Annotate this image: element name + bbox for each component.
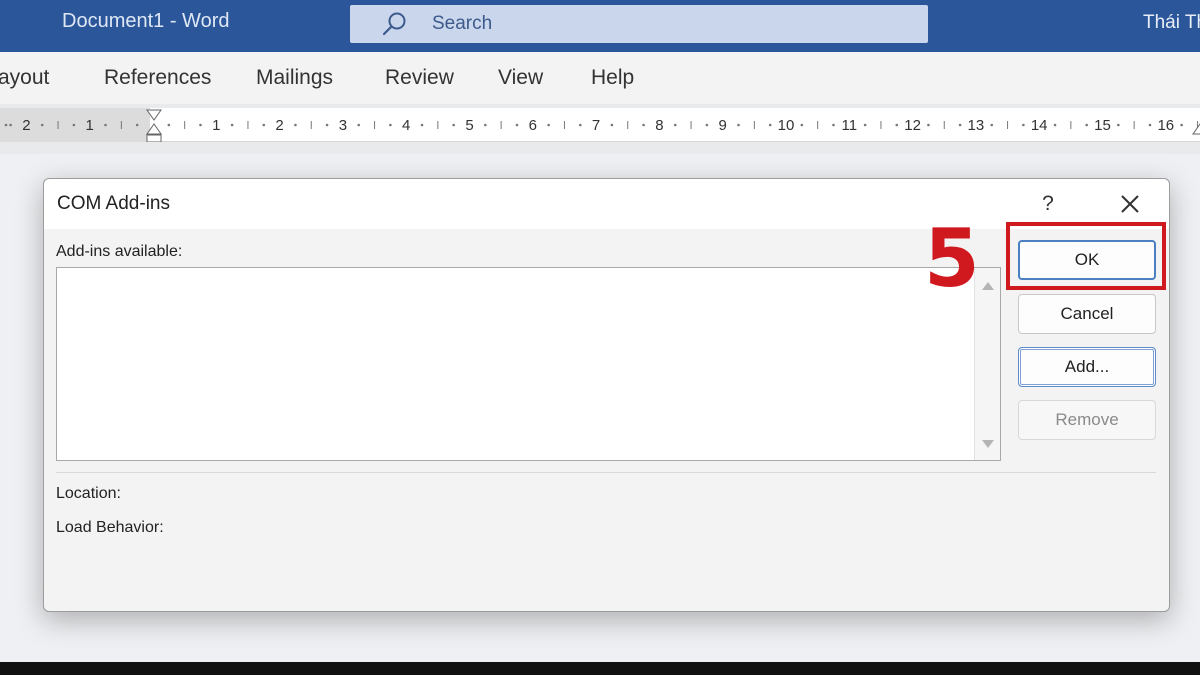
ruler-left-number-2: 2 [22,117,30,134]
ruler-dot [1148,123,1152,127]
ruler-dot [104,123,107,127]
ruler-dot [927,123,930,127]
ruler-left-number-1: 1 [86,117,94,134]
ruler-number-10: 10 [778,117,795,134]
ruler-dot [863,123,867,127]
document-title: Document1 - Word [62,10,230,32]
tab-help[interactable]: Help [591,66,634,90]
ruler-dot [389,123,392,127]
ruler-dot [895,123,899,127]
ruler-area: 1 2 3 4 5 6 7 8 9 10 11 12 13 14 15 16 2 1 [0,104,1200,154]
tab-mailings[interactable]: Mailings [256,66,333,90]
user-name[interactable]: Thái Th [1143,12,1200,34]
ruler-dot [1117,123,1120,127]
ruler-dot [673,123,677,127]
remove-button: Remove [1018,400,1156,440]
ruler-scale: 1 2 3 4 5 6 7 8 9 10 11 12 13 14 15 162 1 [4,109,1200,142]
search-placeholder: Search [432,13,493,34]
divider [56,472,1156,473]
ruler-dot [515,123,519,127]
ruler-dot [578,123,582,127]
ruler-dot [294,123,297,127]
addins-available-label: Add-ins available: [56,243,183,260]
ruler-dot [262,123,266,127]
add-button[interactable]: Add... [1018,347,1156,387]
ruler-number-3: 3 [339,117,347,134]
ok-highlight-box [1006,222,1166,290]
dialog-header: COM Add-ins ? [44,179,1169,229]
ruler-number-4: 4 [402,117,410,134]
ruler-number-11: 11 [842,117,858,134]
ruler-number-1: 1 [212,117,220,134]
ruler-dot [1022,123,1025,127]
ruler-dot [325,123,329,127]
ruler-number-9: 9 [719,117,727,134]
ruler-dot [452,123,455,127]
ruler-number-15: 15 [1094,117,1111,134]
close-button[interactable] [1112,187,1148,221]
search-icon [382,12,406,36]
bottom-bar [0,662,1200,675]
ruler-number-5: 5 [465,117,473,134]
load-behavior-label: Load Behavior: [56,519,164,536]
ruler-dot [167,123,171,127]
ruler-number-16: 16 [1157,117,1174,134]
ruler-dot [768,123,772,127]
ruler-dot [72,123,76,127]
title-bar: Document1 - Word Search Thái Th [0,0,1200,52]
ruler-dot [357,123,361,127]
ruler-dot [832,123,835,127]
ruler-number-8: 8 [655,117,663,134]
tab-review[interactable]: Review [385,66,454,90]
ruler-dot [1053,123,1057,127]
ruler-dot [135,123,139,127]
tab-references[interactable]: References [104,66,211,90]
addins-list[interactable] [56,267,1001,461]
help-button[interactable]: ? [1030,187,1066,221]
dialog-title: COM Add-ins [57,193,170,214]
ruler-dot [705,123,709,127]
tab-layout[interactable]: ayout [0,66,49,90]
ruler-dot [9,123,12,127]
close-icon [1121,195,1139,213]
ruler-dot [199,123,202,127]
ruler-dot [800,123,804,127]
cancel-button[interactable]: Cancel [1018,294,1156,334]
ruler-dot [642,123,645,127]
ruler-dot [420,123,424,127]
ruler-dot [610,123,614,127]
ruler-dot [4,123,8,127]
com-addins-dialog: COM Add-ins ? Add-ins available: Locatio… [43,178,1170,612]
indent-marker-icon[interactable] [146,109,162,142]
ruler-dot [547,123,550,127]
search-box[interactable]: Search [350,5,928,43]
scroll-down-arrow-icon[interactable] [982,440,994,448]
ruler-number-7: 7 [592,117,600,134]
tab-view[interactable]: View [498,66,543,90]
ruler-dot [1180,123,1183,127]
ruler-dot [958,123,962,127]
ruler-dot [737,123,740,127]
ruler-dot [230,123,234,127]
ruler-dot [40,123,44,127]
right-indent-marker-icon[interactable] [1192,123,1200,135]
ruler-number-14: 14 [1031,117,1048,134]
ribbon-tabs: ayout References Mailings Review View He… [0,52,1200,104]
ruler-dot [990,123,994,127]
location-label: Location: [56,485,121,502]
ruler-number-12: 12 [904,117,921,134]
scroll-up-arrow-icon[interactable] [982,282,994,290]
ruler-number-2: 2 [275,117,283,134]
ruler-number-13: 13 [968,117,985,134]
ruler-number-6: 6 [529,117,537,134]
ruler-dot [1085,123,1088,127]
step-number: 5 [924,212,980,305]
horizontal-ruler[interactable]: 1 2 3 4 5 6 7 8 9 10 11 12 13 14 15 16 2 1 [0,108,1200,142]
ruler-dot [484,123,487,127]
